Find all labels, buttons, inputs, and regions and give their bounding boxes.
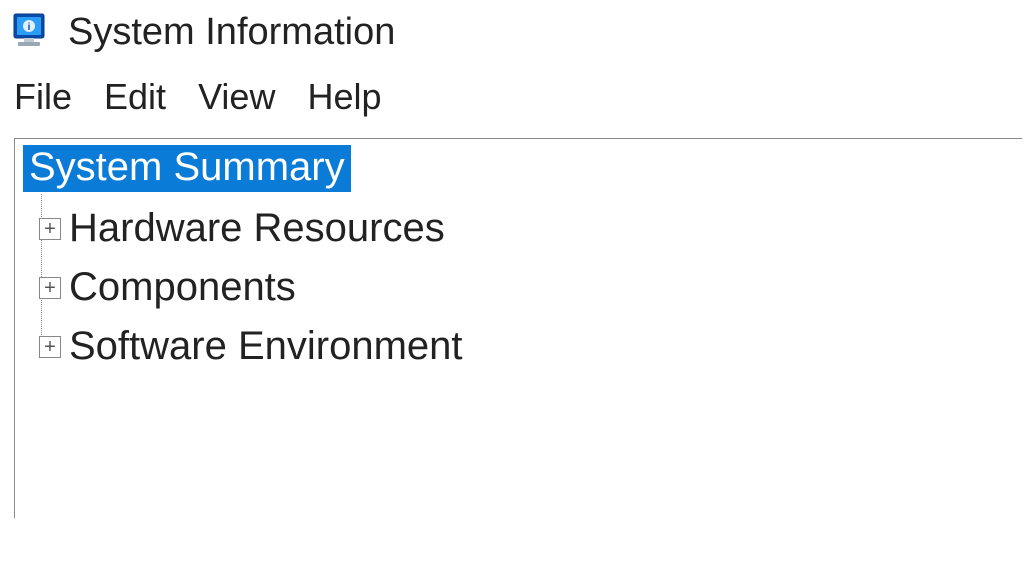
menu-view[interactable]: View <box>198 76 275 118</box>
app-title: System Information <box>68 11 395 54</box>
tree-item-software-environment[interactable]: + Software Environment <box>31 324 1022 369</box>
svg-text:i: i <box>28 22 31 33</box>
tree-root-label: System Summary <box>23 145 351 192</box>
tree-item-label: Components <box>69 265 296 310</box>
menu-edit[interactable]: Edit <box>104 76 166 118</box>
menu-bar: File Edit View Help <box>0 60 1024 136</box>
tree-pane: System Summary + Hardware Resources + Co… <box>14 138 1022 518</box>
menu-file[interactable]: File <box>14 76 72 118</box>
tree-item-label: Software Environment <box>69 324 463 369</box>
system-info-icon: i <box>10 10 54 54</box>
tree-item-hardware-resources[interactable]: + Hardware Resources <box>31 206 1022 251</box>
menu-help[interactable]: Help <box>307 76 381 118</box>
tree-item-components[interactable]: + Components <box>31 265 1022 310</box>
expand-icon[interactable]: + <box>39 218 61 240</box>
expand-icon[interactable]: + <box>39 336 61 358</box>
tree-item-label: Hardware Resources <box>69 206 445 251</box>
title-bar: i System Information <box>0 0 1024 60</box>
tree-root-system-summary[interactable]: System Summary <box>23 145 1022 192</box>
expand-icon[interactable]: + <box>39 277 61 299</box>
